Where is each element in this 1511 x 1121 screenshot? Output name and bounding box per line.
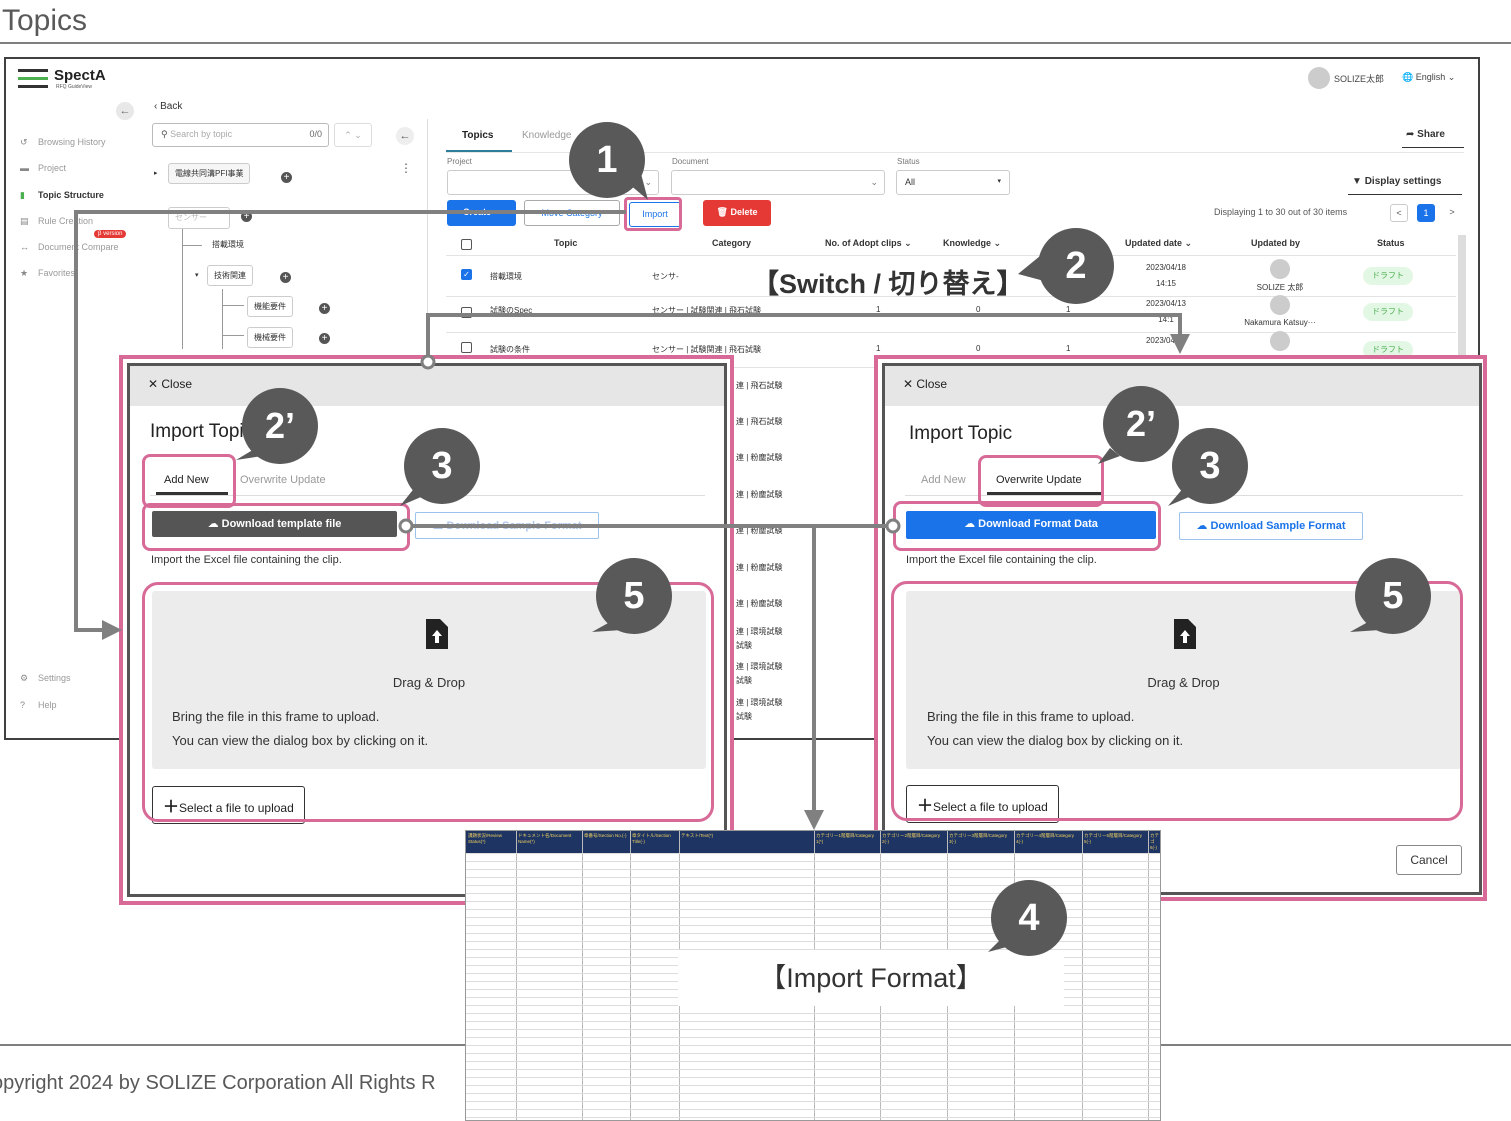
callout-3: 3 — [404, 428, 480, 504]
callout-5: 5 — [1355, 558, 1431, 634]
callout-2-prime: 2’ — [242, 388, 318, 464]
callout-2: 2 — [1038, 228, 1114, 304]
callout-2-prime: 2’ — [1103, 386, 1179, 462]
callout-1: 1 — [569, 122, 645, 198]
callout-4: 4 — [991, 880, 1067, 956]
callout-3: 3 — [1172, 428, 1248, 504]
callout-tails — [236, 170, 1380, 952]
callout-5: 5 — [596, 558, 672, 634]
